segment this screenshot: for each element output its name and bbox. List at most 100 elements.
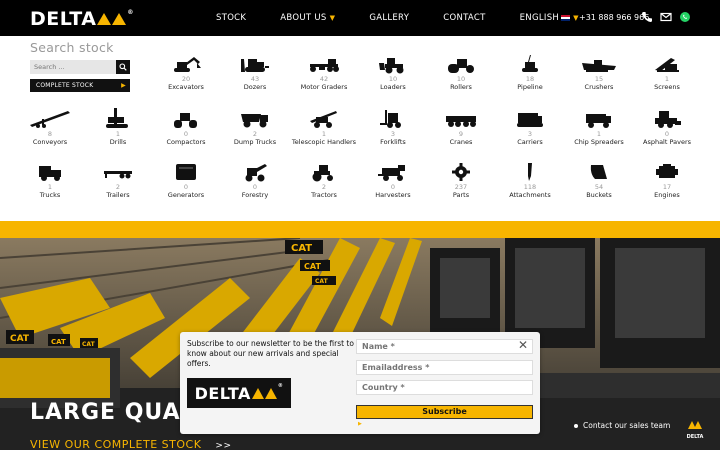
nav-contact[interactable]: CONTACT xyxy=(443,13,485,23)
language-selector[interactable]: ENGLISH ▼ xyxy=(520,13,579,23)
view-stock-label: VIEW OUR COMPLETE STOCK xyxy=(30,438,202,450)
category-tractors[interactable]: 2 Tractors xyxy=(289,162,359,200)
dozer-icon xyxy=(241,59,269,72)
registered-mark: ® xyxy=(277,383,284,389)
category-pipeline[interactable]: 18 Pipeline xyxy=(495,54,565,92)
caret-down-icon: ▼ xyxy=(329,14,336,22)
carrier-icon xyxy=(517,113,543,127)
category-motor-graders[interactable]: 42 Motor Graders xyxy=(289,54,359,92)
category-count: 0 xyxy=(390,183,396,191)
category-count: 2 xyxy=(252,130,258,138)
name-field[interactable] xyxy=(356,339,533,354)
close-icon[interactable]: ✕ xyxy=(518,339,528,351)
category-label: Crushers xyxy=(584,83,614,91)
category-label: Excavators xyxy=(168,83,204,91)
category-conveyors[interactable]: 8 Conveyors xyxy=(15,107,85,147)
category-dozers[interactable]: 43 Dozers xyxy=(220,54,290,92)
telehandler-icon xyxy=(310,111,337,128)
complete-stock-label: COMPLETE STOCK xyxy=(36,82,94,89)
popup-logo: DELTA ® xyxy=(187,378,291,408)
category-count: 0 xyxy=(183,130,189,138)
category-label: Loaders xyxy=(380,83,406,91)
category-trailers[interactable]: 2 Trailers xyxy=(83,162,153,200)
category-count: 20 xyxy=(181,75,191,83)
category-count: 1 xyxy=(321,130,327,138)
category-forklifts[interactable]: 3 Forklifts xyxy=(358,107,428,147)
category-label: Buckets xyxy=(586,191,612,199)
category-cranes[interactable]: 9 Cranes xyxy=(426,107,496,147)
email-field[interactable] xyxy=(356,360,533,375)
accent-bar xyxy=(0,221,720,238)
small-arrow-icon: ▶ xyxy=(358,421,362,427)
search-input[interactable] xyxy=(30,60,116,74)
nav-about-us[interactable]: ABOUT US ▼ xyxy=(280,13,335,23)
contact-sales-button[interactable]: Contact our sales team xyxy=(574,421,670,430)
truck-icon xyxy=(39,166,61,181)
category-excavators[interactable]: 20 Excavators xyxy=(151,54,221,92)
category-screens[interactable]: 1 Screens xyxy=(632,54,702,92)
svg-text:CAT: CAT xyxy=(315,278,329,285)
category-label: Carriers xyxy=(517,138,543,146)
category-count: 3 xyxy=(390,130,396,138)
category-harvesters[interactable]: 0 Harvesters xyxy=(358,162,428,200)
category-chip-spreaders[interactable]: 1 Chip Spreaders xyxy=(564,107,634,147)
category-buckets[interactable]: 54 Buckets xyxy=(564,162,634,200)
newsletter-text: Subscribe to our newsletter to be the fi… xyxy=(187,339,354,368)
mail-icon[interactable] xyxy=(660,11,672,23)
category-count: 0 xyxy=(183,183,189,191)
view-stock-link[interactable]: VIEW OUR COMPLETE STOCK >> xyxy=(30,438,232,450)
category-drills[interactable]: 1 Drills xyxy=(83,107,153,147)
category-label: Parts xyxy=(452,191,470,199)
logo[interactable]: DELTA ® xyxy=(30,8,134,30)
category-crushers[interactable]: 15 Crushers xyxy=(564,54,634,92)
forestry-icon xyxy=(245,164,267,182)
conveyor-icon xyxy=(30,111,70,128)
category-count: 2 xyxy=(321,183,327,191)
logo-triangle-icon xyxy=(264,387,277,399)
category-count: 42 xyxy=(319,75,329,83)
category-compactors[interactable]: 0 Compactors xyxy=(151,107,221,147)
phone-number[interactable]: +31 888 966 966 xyxy=(579,13,649,22)
category-label: Motor Graders xyxy=(300,83,348,91)
category-trucks[interactable]: 1 Trucks xyxy=(15,162,85,200)
nav-gallery[interactable]: GALLERY xyxy=(369,13,409,23)
category-rollers[interactable]: 10 Rollers xyxy=(426,54,496,92)
category-label: Forestry xyxy=(241,191,269,199)
whatsapp-icon[interactable] xyxy=(679,11,691,23)
complete-stock-button[interactable]: COMPLETE STOCK ▶ xyxy=(30,79,130,92)
roller-icon xyxy=(448,59,474,73)
paver-icon xyxy=(655,111,681,128)
tractor-icon xyxy=(312,165,333,182)
category-parts[interactable]: 237 Parts xyxy=(426,162,496,200)
category-carriers[interactable]: 3 Carriers xyxy=(495,107,565,147)
bucket-icon xyxy=(590,165,607,179)
nav-stock[interactable]: STOCK xyxy=(216,13,246,23)
compactor-icon xyxy=(174,113,197,128)
category-attachments[interactable]: 118 Attachments xyxy=(495,162,565,200)
svg-text:CAT: CAT xyxy=(82,341,96,348)
category-forestry[interactable]: 0 Forestry xyxy=(220,162,290,200)
svg-text:CAT: CAT xyxy=(51,338,66,346)
forklift-icon xyxy=(380,110,401,128)
screen-icon xyxy=(655,58,679,72)
category-generators[interactable]: 0 Generators xyxy=(151,162,221,200)
category-label: Trucks xyxy=(39,191,61,199)
phone-icon[interactable] xyxy=(641,11,653,23)
gear-icon xyxy=(452,163,470,181)
category-label: Cranes xyxy=(449,138,473,146)
category-loaders[interactable]: 10 Loaders xyxy=(358,54,428,92)
country-field[interactable] xyxy=(356,380,533,395)
chat-logo-button[interactable]: DELTA xyxy=(686,415,704,440)
chip-spreader-icon xyxy=(586,114,611,128)
category-count: 18 xyxy=(525,75,535,83)
category-engines[interactable]: 17 Engines xyxy=(632,162,702,200)
category-dump-trucks[interactable]: 2 Dump Trucks xyxy=(220,107,290,147)
category-label: Trailers xyxy=(106,191,130,199)
subscribe-button[interactable]: Subscribe xyxy=(356,405,533,419)
drill-icon xyxy=(106,108,128,128)
logo-triangle-icon xyxy=(688,421,702,429)
search-button[interactable] xyxy=(116,60,130,74)
trailer-icon xyxy=(104,171,132,179)
category-asphalt-pavers[interactable]: 0 Asphalt Pavers xyxy=(632,107,702,147)
category-telescopic-handlers[interactable]: 1 Telescopic Handlers xyxy=(289,107,359,147)
